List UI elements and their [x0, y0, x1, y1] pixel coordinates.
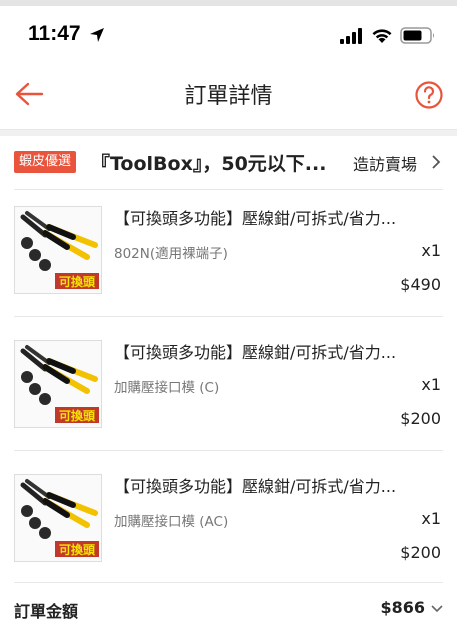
order-total-label: 訂單金額	[14, 602, 79, 621]
product-thumbnail[interactable]: 可換頭	[14, 206, 102, 294]
order-total-value: $866	[380, 598, 425, 617]
product-quantity: x1	[421, 509, 441, 528]
status-bar: 11:47	[0, 6, 457, 58]
crimping-tool-image: 可換頭	[15, 207, 101, 293]
preferred-seller-badge: 蝦皮優選	[14, 151, 77, 173]
divider	[14, 450, 443, 451]
product-variant: 加購壓接口模 (C)	[114, 380, 220, 396]
wifi-icon	[372, 29, 392, 43]
product-thumbnail[interactable]: 可換頭	[14, 474, 102, 562]
battery-icon	[400, 27, 434, 44]
order-total-row[interactable]: 訂單金額 $866	[0, 586, 457, 632]
thumbnail-label: 可換頭	[59, 542, 96, 557]
order-item[interactable]: 可換頭 【可換頭多功能】壓線鉗/可拆式/省力... 加購壓接口模 (C) x1 …	[0, 324, 457, 458]
chevron-down-icon[interactable]	[430, 603, 444, 615]
order-item[interactable]: 可換頭 【可換頭多功能】壓線鉗/可拆式/省力... 802N(適用裸端子) x1…	[0, 190, 457, 324]
help-icon[interactable]	[414, 80, 444, 110]
crimping-tool-image: 可換頭	[15, 475, 101, 561]
product-title[interactable]: 【可換頭多功能】壓線鉗/可拆式/省力...	[114, 205, 444, 229]
product-price: $490	[400, 275, 441, 294]
product-title[interactable]: 【可換頭多功能】壓線鉗/可拆式/省力...	[114, 473, 444, 497]
product-quantity: x1	[421, 241, 441, 260]
shop-name: 『ToolBox』，50元以下...	[91, 153, 327, 175]
product-variant: 加購壓接口模 (AC)	[114, 514, 229, 530]
status-time: 11:47	[28, 22, 81, 45]
divider	[14, 316, 443, 317]
product-price: $200	[400, 543, 441, 562]
divider	[14, 582, 443, 583]
crimping-tool-image: 可換頭	[15, 341, 101, 427]
cellular-signal-icon	[340, 28, 362, 44]
location-arrow-icon	[90, 28, 104, 42]
product-title[interactable]: 【可換頭多功能】壓線鉗/可拆式/省力...	[114, 339, 444, 363]
product-thumbnail[interactable]: 可換頭	[14, 340, 102, 428]
chevron-right-icon[interactable]	[430, 154, 442, 170]
product-price: $200	[400, 409, 441, 428]
nav-bar: 訂單詳情	[0, 58, 457, 130]
product-variant: 802N(適用裸端子)	[114, 246, 228, 262]
order-item[interactable]: 可換頭 【可換頭多功能】壓線鉗/可拆式/省力... 加購壓接口模 (AC) x1…	[0, 458, 457, 592]
shop-row[interactable]: 蝦皮優選 『ToolBox』，50元以下... 造訪賣場	[0, 136, 457, 188]
product-quantity: x1	[421, 375, 441, 394]
page-title: 訂單詳情	[184, 84, 273, 109]
thumbnail-label: 可換頭	[59, 274, 96, 289]
visit-shop-link[interactable]: 造訪賣場	[353, 151, 417, 175]
thumbnail-label: 可換頭	[59, 408, 96, 423]
order-card: 蝦皮優選 『ToolBox』，50元以下... 造訪賣場 可換頭 【可換頭多功能…	[0, 136, 457, 640]
